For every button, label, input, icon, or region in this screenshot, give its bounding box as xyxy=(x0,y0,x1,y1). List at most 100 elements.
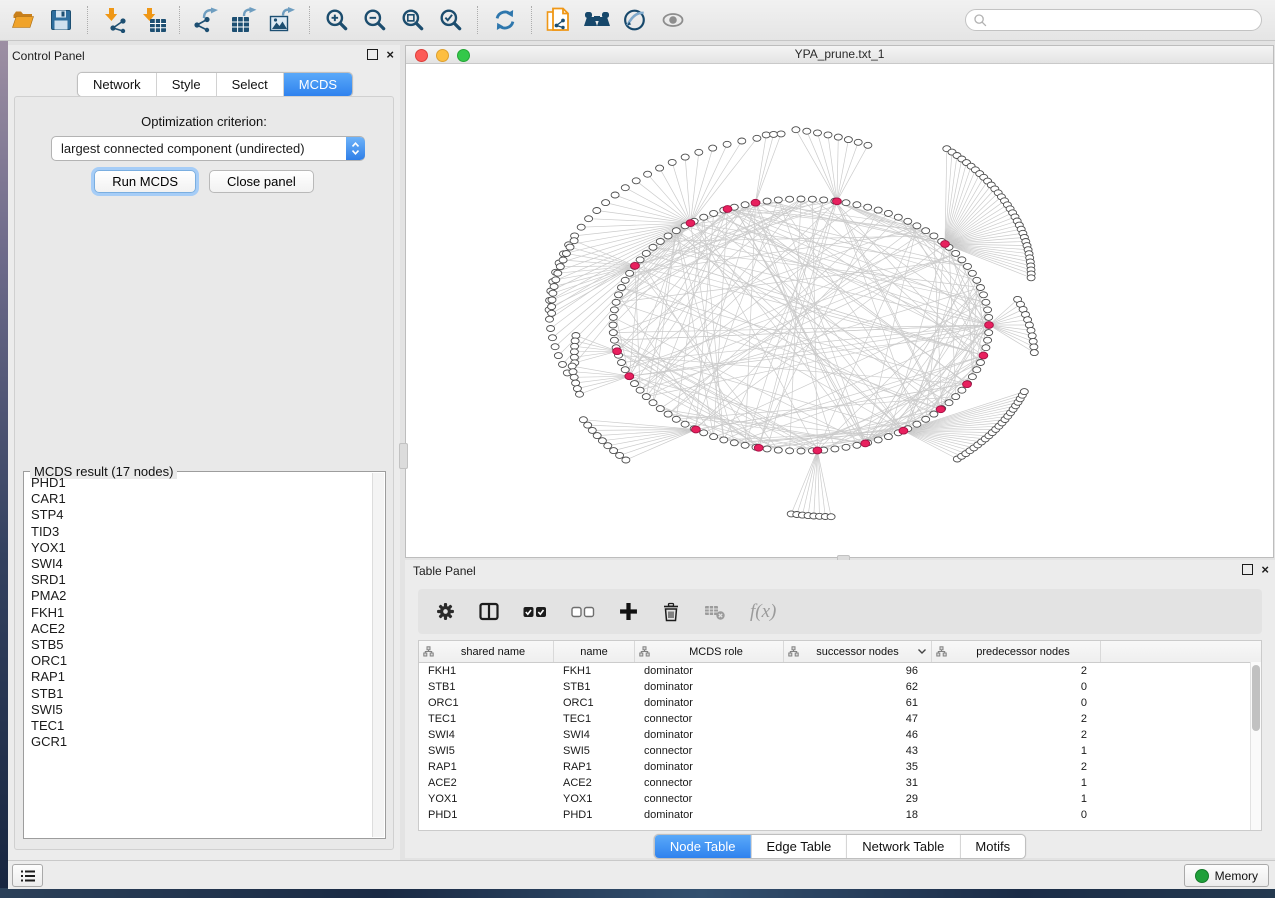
graph-node-mcds[interactable] xyxy=(723,206,732,213)
graph-node[interactable] xyxy=(709,145,717,151)
graph-node-mcds[interactable] xyxy=(686,220,695,227)
graph-node[interactable] xyxy=(874,207,882,213)
graph-node[interactable] xyxy=(985,314,993,320)
graph-node[interactable] xyxy=(548,297,556,303)
tab-edge-table[interactable]: Edge Table xyxy=(750,835,846,858)
graph-node-mcds[interactable] xyxy=(813,447,822,454)
export-image-icon[interactable] xyxy=(264,5,302,35)
graph-node[interactable] xyxy=(853,202,861,208)
table-row[interactable]: TEC1TEC1connector472 xyxy=(419,711,1261,727)
graph-node-mcds[interactable] xyxy=(899,427,908,434)
add-column-icon[interactable] xyxy=(619,602,638,621)
graph-node[interactable] xyxy=(982,299,990,305)
graph-node[interactable] xyxy=(668,159,676,165)
graph-node[interactable] xyxy=(710,210,718,216)
graph-node[interactable] xyxy=(977,285,985,291)
table-row[interactable]: SWI5SWI5connector431 xyxy=(419,743,1261,759)
graph-node[interactable] xyxy=(884,434,892,440)
graph-node[interactable] xyxy=(753,135,761,141)
function-builder-icon[interactable]: f(x) xyxy=(750,601,776,623)
graph-node-mcds[interactable] xyxy=(833,198,842,205)
graph-node[interactable] xyxy=(922,228,930,234)
graph-node[interactable] xyxy=(803,128,811,134)
graph-node[interactable] xyxy=(559,361,567,367)
graph-node[interactable] xyxy=(631,381,639,387)
graph-node[interactable] xyxy=(602,200,610,206)
graph-node[interactable] xyxy=(984,337,992,343)
graph-node[interactable] xyxy=(842,444,850,450)
network-graph-canvas[interactable] xyxy=(406,64,1273,558)
graph-node[interactable] xyxy=(763,198,771,204)
import-network-icon[interactable] xyxy=(96,5,134,35)
graph-node[interactable] xyxy=(774,197,782,203)
zoom-out-icon[interactable] xyxy=(356,5,394,35)
graph-node[interactable] xyxy=(710,434,718,440)
tab-motifs[interactable]: Motifs xyxy=(959,835,1025,858)
graph-node[interactable] xyxy=(547,326,555,332)
graph-node[interactable] xyxy=(609,330,617,336)
mcds-result-item[interactable]: PHD1 xyxy=(25,475,373,491)
table-row[interactable]: RAP1RAP1dominator352 xyxy=(419,759,1261,775)
graph-node[interactable] xyxy=(621,367,629,373)
graph-node[interactable] xyxy=(973,277,981,283)
tab-node-table[interactable]: Node Table xyxy=(655,835,751,858)
vertical-splitter-grip[interactable] xyxy=(399,443,408,469)
graph-node[interactable] xyxy=(930,411,938,417)
graph-node[interactable] xyxy=(1020,389,1028,395)
graph-node[interactable] xyxy=(593,208,601,214)
graph-node[interactable] xyxy=(985,330,993,336)
graph-node[interactable] xyxy=(573,386,581,392)
table-row[interactable]: SWI4SWI4dominator462 xyxy=(419,727,1261,743)
export-table-icon[interactable] xyxy=(226,5,264,35)
mcds-result-item[interactable]: PMA2 xyxy=(25,588,373,604)
graph-node[interactable] xyxy=(572,380,580,386)
maximize-window-icon[interactable] xyxy=(457,49,470,62)
graph-node[interactable] xyxy=(853,442,861,448)
graph-node[interactable] xyxy=(977,360,985,366)
graph-node[interactable] xyxy=(610,337,618,343)
select-all-icon[interactable] xyxy=(523,605,547,619)
graph-node[interactable] xyxy=(922,416,930,422)
graph-node[interactable] xyxy=(681,154,689,160)
refresh-icon[interactable] xyxy=(486,5,524,35)
memory-button[interactable]: Memory xyxy=(1184,864,1269,887)
graph-node[interactable] xyxy=(723,141,731,147)
graph-node[interactable] xyxy=(958,257,966,263)
graph-node[interactable] xyxy=(569,369,577,375)
graph-node[interactable] xyxy=(982,345,990,351)
graph-node[interactable] xyxy=(632,178,640,184)
graph-node[interactable] xyxy=(642,394,650,400)
graph-node[interactable] xyxy=(1027,275,1035,281)
graph-node[interactable] xyxy=(649,400,657,406)
graph-node[interactable] xyxy=(777,131,785,137)
mcds-result-item[interactable]: SWI4 xyxy=(25,556,373,572)
task-history-button[interactable] xyxy=(12,864,43,887)
graph-node[interactable] xyxy=(644,171,652,177)
search-input[interactable] xyxy=(988,12,1261,28)
close-table-panel-icon[interactable]: × xyxy=(1261,565,1269,574)
show-column-icon[interactable] xyxy=(479,602,499,621)
zoom-selected-icon[interactable] xyxy=(432,5,470,35)
graph-node[interactable] xyxy=(854,139,862,145)
delete-table-icon[interactable] xyxy=(704,603,726,621)
graph-node[interactable] xyxy=(1030,350,1038,356)
graph-node[interactable] xyxy=(786,196,794,202)
vizmapper-icon[interactable] xyxy=(616,5,654,35)
mcds-result-item[interactable]: STB5 xyxy=(25,637,373,653)
graph-node[interactable] xyxy=(621,185,629,191)
graph-node[interactable] xyxy=(814,130,822,136)
graph-node[interactable] xyxy=(656,238,664,244)
graph-node[interactable] xyxy=(568,363,576,369)
graph-node[interactable] xyxy=(559,257,567,263)
graph-node[interactable] xyxy=(945,400,953,406)
minimize-window-icon[interactable] xyxy=(436,49,449,62)
save-session-icon[interactable] xyxy=(42,5,80,35)
column-header-successor-nodes[interactable]: successor nodes xyxy=(784,641,932,662)
graph-node[interactable] xyxy=(649,244,657,250)
graph-node[interactable] xyxy=(612,299,620,305)
graph-node[interactable] xyxy=(618,285,626,291)
mcds-result-item[interactable]: TID3 xyxy=(25,524,373,540)
mcds-result-item[interactable]: FKH1 xyxy=(25,605,373,621)
graph-node[interactable] xyxy=(864,204,872,210)
graph-node[interactable] xyxy=(968,270,976,276)
